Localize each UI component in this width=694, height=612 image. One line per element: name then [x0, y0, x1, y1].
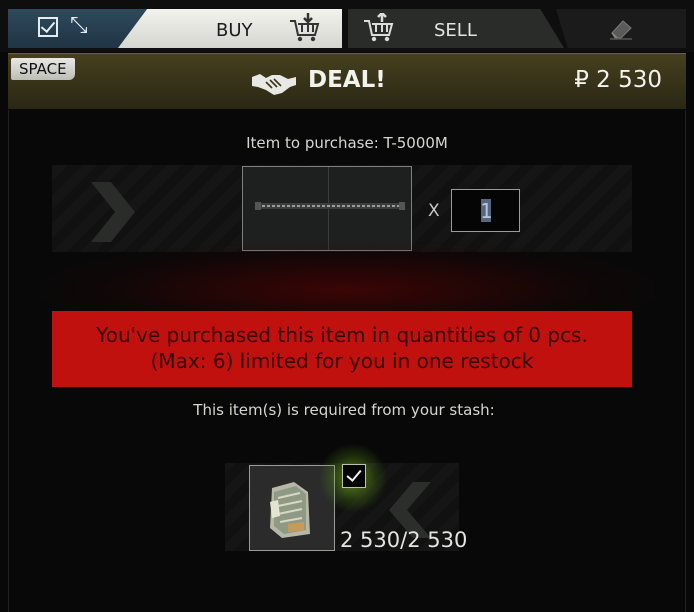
deal-button[interactable]: SPACE DEAL! ₽ 2 530: [8, 53, 686, 109]
quantity-multiplier-label: X: [428, 201, 440, 221]
tab-buy[interactable]: BUY: [118, 9, 342, 48]
antenna-item-icon: [255, 202, 405, 210]
warning-line-2: (Max: 6) limited for you in one restock: [150, 349, 534, 373]
space-key-hint: SPACE: [11, 58, 75, 80]
required-item-count: 2 530/2 530: [340, 528, 468, 552]
required-item-checkbox[interactable]: [342, 464, 366, 488]
quantity-selection-highlight: [481, 199, 491, 222]
deal-label: DEAL!: [308, 67, 386, 93]
roubles-cash-icon: [270, 482, 310, 538]
checkbox-icon[interactable]: [38, 17, 58, 37]
tab-sell-label: SELL: [434, 20, 477, 41]
collapse-arrows-icon[interactable]: ⤡: [70, 13, 88, 38]
handshake-icon: [252, 74, 296, 95]
tab-sell[interactable]: SELL: [348, 9, 564, 48]
deal-price: ₽ 2 530: [574, 67, 662, 93]
upload-cart-icon: [364, 13, 394, 42]
warning-line-1: You've purchased this item in quantities…: [96, 323, 588, 347]
item-to-purchase-title: Item to purchase: T-5000M: [246, 134, 448, 152]
purchase-limit-warning: You've purchased this item in quantities…: [52, 311, 632, 387]
trade-tab-bar: ⤡ BUY SELL: [0, 0, 694, 52]
eraser-icon: [610, 20, 632, 40]
clear-button[interactable]: [556, 9, 686, 48]
required-items-title: This item(s) is required from your stash…: [193, 401, 495, 419]
chevron-right-icon[interactable]: [85, 178, 137, 246]
download-cart-icon: [290, 13, 320, 42]
tab-buy-label: BUY: [216, 20, 253, 41]
